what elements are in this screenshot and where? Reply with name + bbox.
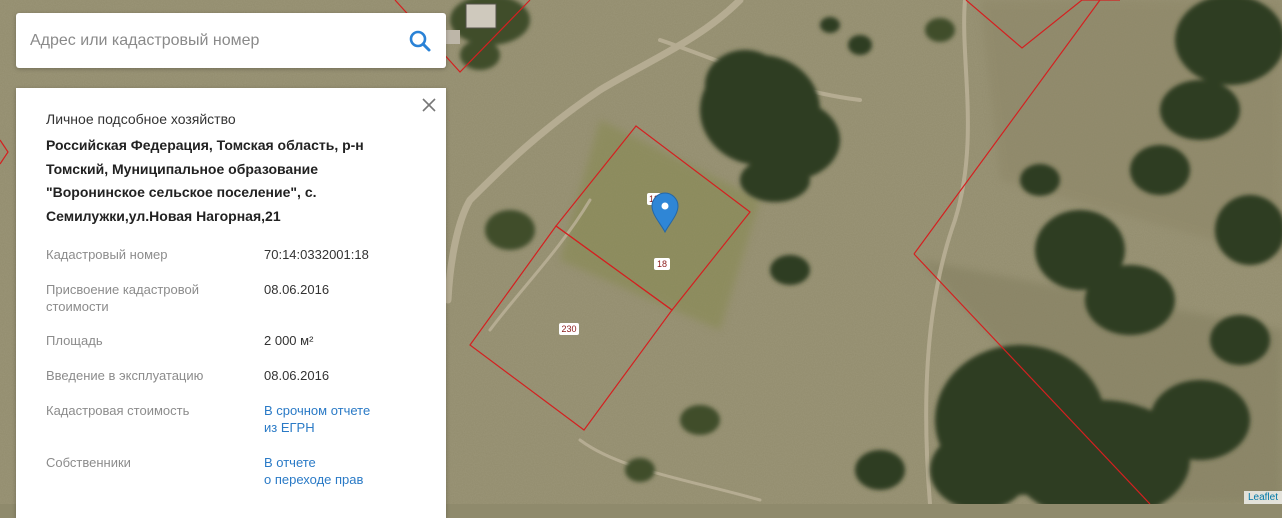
address-line: Томский, Муниципальное образование — [46, 160, 319, 177]
field-value: 08.06.2016 — [264, 282, 330, 297]
map-attribution-link[interactable]: Leaflet — [1243, 491, 1282, 504]
field-value: 08.06.2016 — [264, 368, 330, 383]
owners-report-link[interactable]: В отчете о переходе прав — [264, 454, 434, 488]
parcel-label-18: 18 — [654, 258, 670, 270]
close-icon[interactable] — [420, 96, 438, 114]
parcel-address: Российская Федерация, Томская область, р… — [46, 134, 386, 228]
field-label: Собственники — [46, 455, 131, 470]
search-input[interactable] — [28, 23, 402, 59]
parcel-label-text: 18 — [657, 259, 667, 269]
cadastral-value-report-link[interactable]: В срочном отчете из ЕГРН — [264, 402, 434, 436]
field-label: Кадастровая стоимость — [46, 403, 190, 418]
parcel-label-230: 230 — [559, 323, 579, 335]
address-line: Семилужки,ул.Новая Нагорная,21 — [46, 207, 281, 224]
field-label: Введение в эксплуатацию — [46, 368, 204, 383]
field-label: Присвоение кадастровой стоимости — [46, 282, 200, 314]
search-bar — [16, 13, 446, 68]
field-label: Площадь — [46, 333, 103, 348]
field-value: 2 000 м² — [264, 333, 314, 348]
field-label: Кадастровый номер — [46, 247, 168, 262]
land-category: Личное подсобное хозяйство — [46, 111, 236, 127]
address-line: Российская Федерация, Томская область, р… — [46, 137, 364, 153]
search-icon[interactable] — [408, 29, 432, 53]
address-line: "Воронинское сельское поселение", с. — [46, 184, 317, 200]
parcel-info-panel: Личное подсобное хозяйство Российская Фе… — [16, 88, 446, 518]
parcel-label-text: 230 — [561, 324, 576, 334]
field-value: 70:14:0332001:18 — [264, 247, 369, 262]
